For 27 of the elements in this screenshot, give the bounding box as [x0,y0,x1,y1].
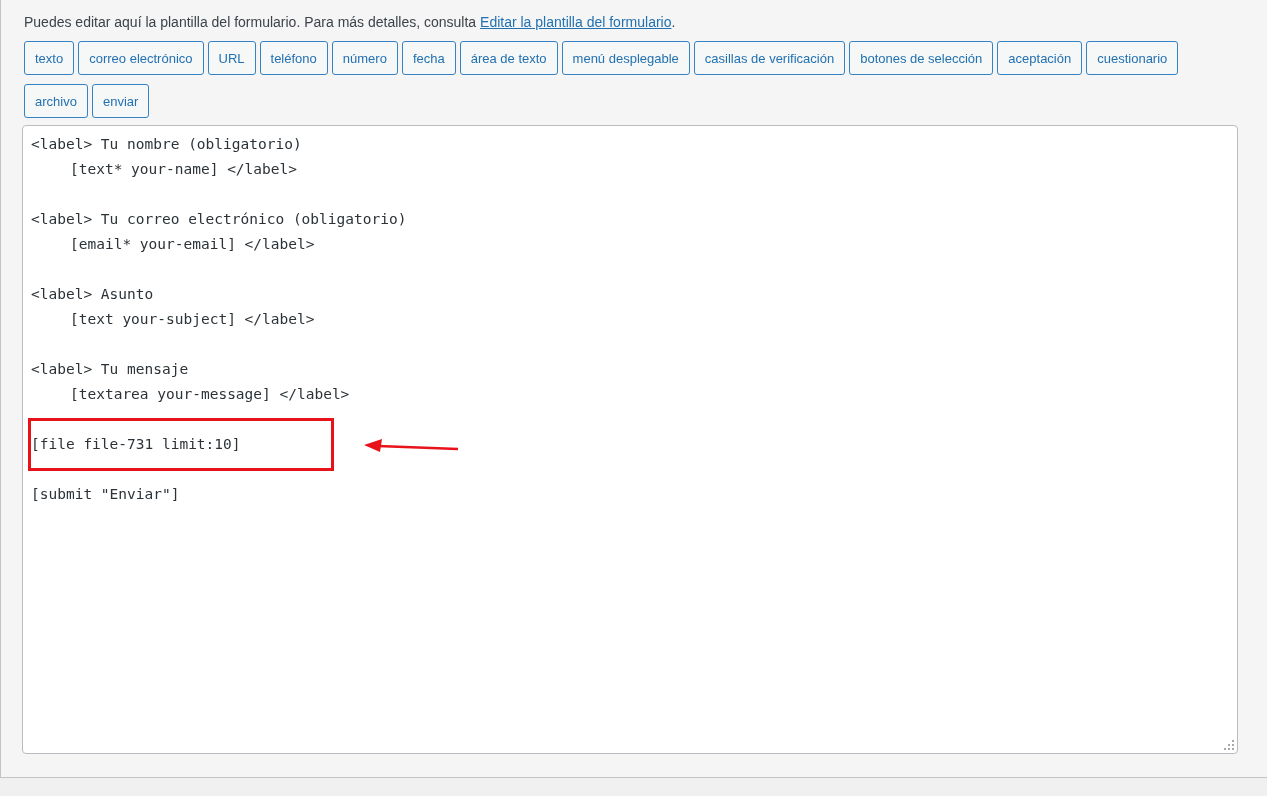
tag-button[interactable]: fecha [401,41,456,75]
tag-button[interactable]: casillas de verificación [693,41,846,75]
code-line: [text your-subject] </label> [70,310,315,329]
tag-button[interactable]: correo electrónico [78,41,204,75]
code-line: [textarea your-message] </label> [70,385,350,404]
arrow-icon [363,439,458,455]
tag-button[interactable]: enviar [91,84,150,118]
tag-button[interactable]: archivo [24,84,88,118]
tag-button[interactable]: botones de selección [849,41,994,75]
code-line: <label> Tu mensaje [31,360,189,379]
code-line: [file file-731 limit:10] [31,435,241,454]
tag-button[interactable]: menú desplegable [561,41,690,75]
tag-button[interactable]: aceptación [997,41,1083,75]
resize-handle-icon[interactable] [1224,740,1234,750]
tag-button[interactable]: teléfono [259,41,328,75]
code-line: <label> Tu nombre (obligatorio) [31,135,302,154]
code-line: [text* your-name] </label> [70,160,297,179]
tag-button[interactable]: área de texto [459,41,558,75]
tag-button[interactable]: URL [207,41,256,75]
code-line: <label> Tu correo electrónico (obligatorio) [31,210,407,229]
code-line: <label> Asunto [31,285,154,304]
tag-button[interactable]: texto [24,41,75,75]
code-line: [submit "Enviar"] [31,485,180,504]
tag-button[interactable]: número [331,41,398,75]
instructions-text: Puedes editar aquí la plantilla del formulario. Para más detalles, consulta Editar la plantilla del formulario. [24,13,677,32]
tag-button[interactable]: cuestionario [1086,41,1179,75]
code-line: [email* your-email] </label> [70,235,315,254]
